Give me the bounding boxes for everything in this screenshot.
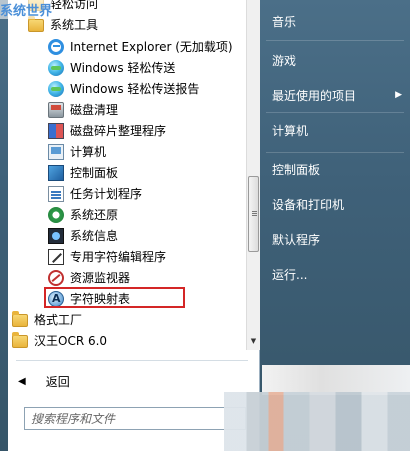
right-item-recent-items[interactable]: 最近使用的项目 ▶ xyxy=(272,84,402,106)
right-item-music[interactable]: 音乐 xyxy=(272,10,402,32)
list-item-label: Windows 轻松传送 xyxy=(70,61,176,75)
back-arrow-icon: ◀ xyxy=(18,375,26,387)
right-item-control-panel[interactable]: 控制面板 xyxy=(272,158,402,180)
list-item-label: 系统信息 xyxy=(70,229,119,243)
system-info-icon xyxy=(48,227,64,244)
internet-explorer-icon xyxy=(48,38,64,55)
search-box[interactable] xyxy=(24,407,246,430)
folder-icon xyxy=(12,311,28,327)
list-item-private-char-editor[interactable]: 专用字符编辑程序 xyxy=(48,246,260,267)
list-item-label: 系统工具 xyxy=(50,18,99,32)
list-item-internet-explorer[interactable]: Internet Explorer (无加载项) xyxy=(48,36,260,57)
list-item-hanwang-ocr[interactable]: 汉王OCR 6.0 xyxy=(12,330,248,350)
list-item-label: 专用字符编辑程序 xyxy=(70,250,167,264)
divider xyxy=(266,152,404,153)
resource-monitor-icon xyxy=(48,269,64,286)
pixelated-area xyxy=(224,392,410,451)
list-item-system-restore[interactable]: 系统还原 xyxy=(48,204,260,225)
list-item-label: 资源监视器 xyxy=(70,271,131,285)
list-item-control-panel[interactable]: 控制面板 xyxy=(48,162,260,183)
list-item-easy-transfer-reports[interactable]: Windows 轻松传送报告 xyxy=(48,78,260,99)
right-item-label: 计算机 xyxy=(272,123,309,138)
folder-icon xyxy=(12,332,28,348)
right-item-default-programs[interactable]: 默认程序 xyxy=(272,228,402,250)
right-item-label: 游戏 xyxy=(272,53,297,68)
list-item-label: Windows 轻松传送报告 xyxy=(70,82,200,96)
globe-icon xyxy=(48,59,64,76)
right-item-computer[interactable]: 计算机 xyxy=(272,119,402,141)
watermark: 系统世界 xyxy=(0,0,53,19)
list-item-label: 计算机 xyxy=(70,145,107,159)
divider xyxy=(266,40,404,41)
globe-icon xyxy=(48,80,64,97)
right-item-label: 音乐 xyxy=(272,14,297,29)
list-item-disk-cleanup[interactable]: 磁盘清理 xyxy=(48,99,260,120)
list-item-format-factory[interactable]: 格式工厂 xyxy=(12,309,248,330)
right-item-label: 控制面板 xyxy=(272,162,321,177)
all-programs-list: 轻松访问 系统工具 Internet Explorer (无加载项) Windo… xyxy=(8,0,260,350)
scrollbar-thumb[interactable] xyxy=(248,176,259,252)
list-item-label: 磁盘清理 xyxy=(70,103,119,117)
list-item-system-information[interactable]: 系统信息 xyxy=(48,225,260,246)
control-panel-icon xyxy=(48,164,64,181)
list-item-windows-easy-transfer[interactable]: Windows 轻松传送 xyxy=(48,57,260,78)
list-item-accessibility[interactable]: 轻松访问 xyxy=(28,0,260,14)
start-menu: 轻松访问 系统工具 Internet Explorer (无加载项) Windo… xyxy=(0,0,410,451)
programs-scrollbar[interactable]: ▼ xyxy=(246,0,260,350)
search-input[interactable] xyxy=(31,411,245,426)
right-item-label: 设备和打印机 xyxy=(272,197,345,212)
list-item-label: 系统还原 xyxy=(70,208,119,222)
list-item-label: 格式工厂 xyxy=(34,313,83,327)
scrollbar-grip-icon xyxy=(252,211,257,212)
programs-pane: 轻松访问 系统工具 Internet Explorer (无加载项) Windo… xyxy=(8,0,260,451)
folder-icon xyxy=(28,16,44,32)
list-item-label: 汉王OCR 6.0 xyxy=(34,334,108,348)
list-item-label: 轻松访问 xyxy=(50,0,99,11)
right-item-run[interactable]: 运行... xyxy=(272,263,402,285)
list-item-disk-defragmenter[interactable]: 磁盘碎片整理程序 xyxy=(48,120,260,141)
list-item-task-scheduler[interactable]: 任务计划程序 xyxy=(48,183,260,204)
computer-icon xyxy=(48,143,64,160)
task-scheduler-icon xyxy=(48,185,64,202)
list-item-label: Internet Explorer (无加载项) xyxy=(70,40,233,54)
divider xyxy=(16,360,248,361)
disk-cleanup-icon xyxy=(48,101,64,118)
list-item-system-tools[interactable]: 系统工具 xyxy=(28,14,260,35)
right-item-label: 运行... xyxy=(272,267,308,282)
defrag-icon xyxy=(48,122,64,139)
char-editor-icon xyxy=(48,248,64,265)
list-item-label: 控制面板 xyxy=(70,166,119,180)
pixelated-area xyxy=(262,365,410,395)
back-label: 返回 xyxy=(45,374,70,389)
back-button[interactable]: ◀ 返回 xyxy=(18,370,244,392)
right-item-games[interactable]: 游戏 xyxy=(272,49,402,71)
right-item-label: 最近使用的项目 xyxy=(272,88,357,103)
highlight-annotation xyxy=(44,287,185,308)
system-restore-icon xyxy=(48,206,64,223)
list-item-computer[interactable]: 计算机 xyxy=(48,141,260,162)
right-item-devices-printers[interactable]: 设备和打印机 xyxy=(272,193,402,215)
list-item-label: 磁盘碎片整理程序 xyxy=(70,124,167,138)
divider xyxy=(266,112,404,113)
list-item-label: 任务计划程序 xyxy=(70,187,143,201)
right-item-label: 默认程序 xyxy=(272,232,321,247)
list-item-resource-monitor[interactable]: 资源监视器 xyxy=(48,267,260,288)
submenu-arrow-icon: ▶ xyxy=(395,90,402,100)
scroll-down-arrow-icon[interactable]: ▼ xyxy=(248,334,259,348)
